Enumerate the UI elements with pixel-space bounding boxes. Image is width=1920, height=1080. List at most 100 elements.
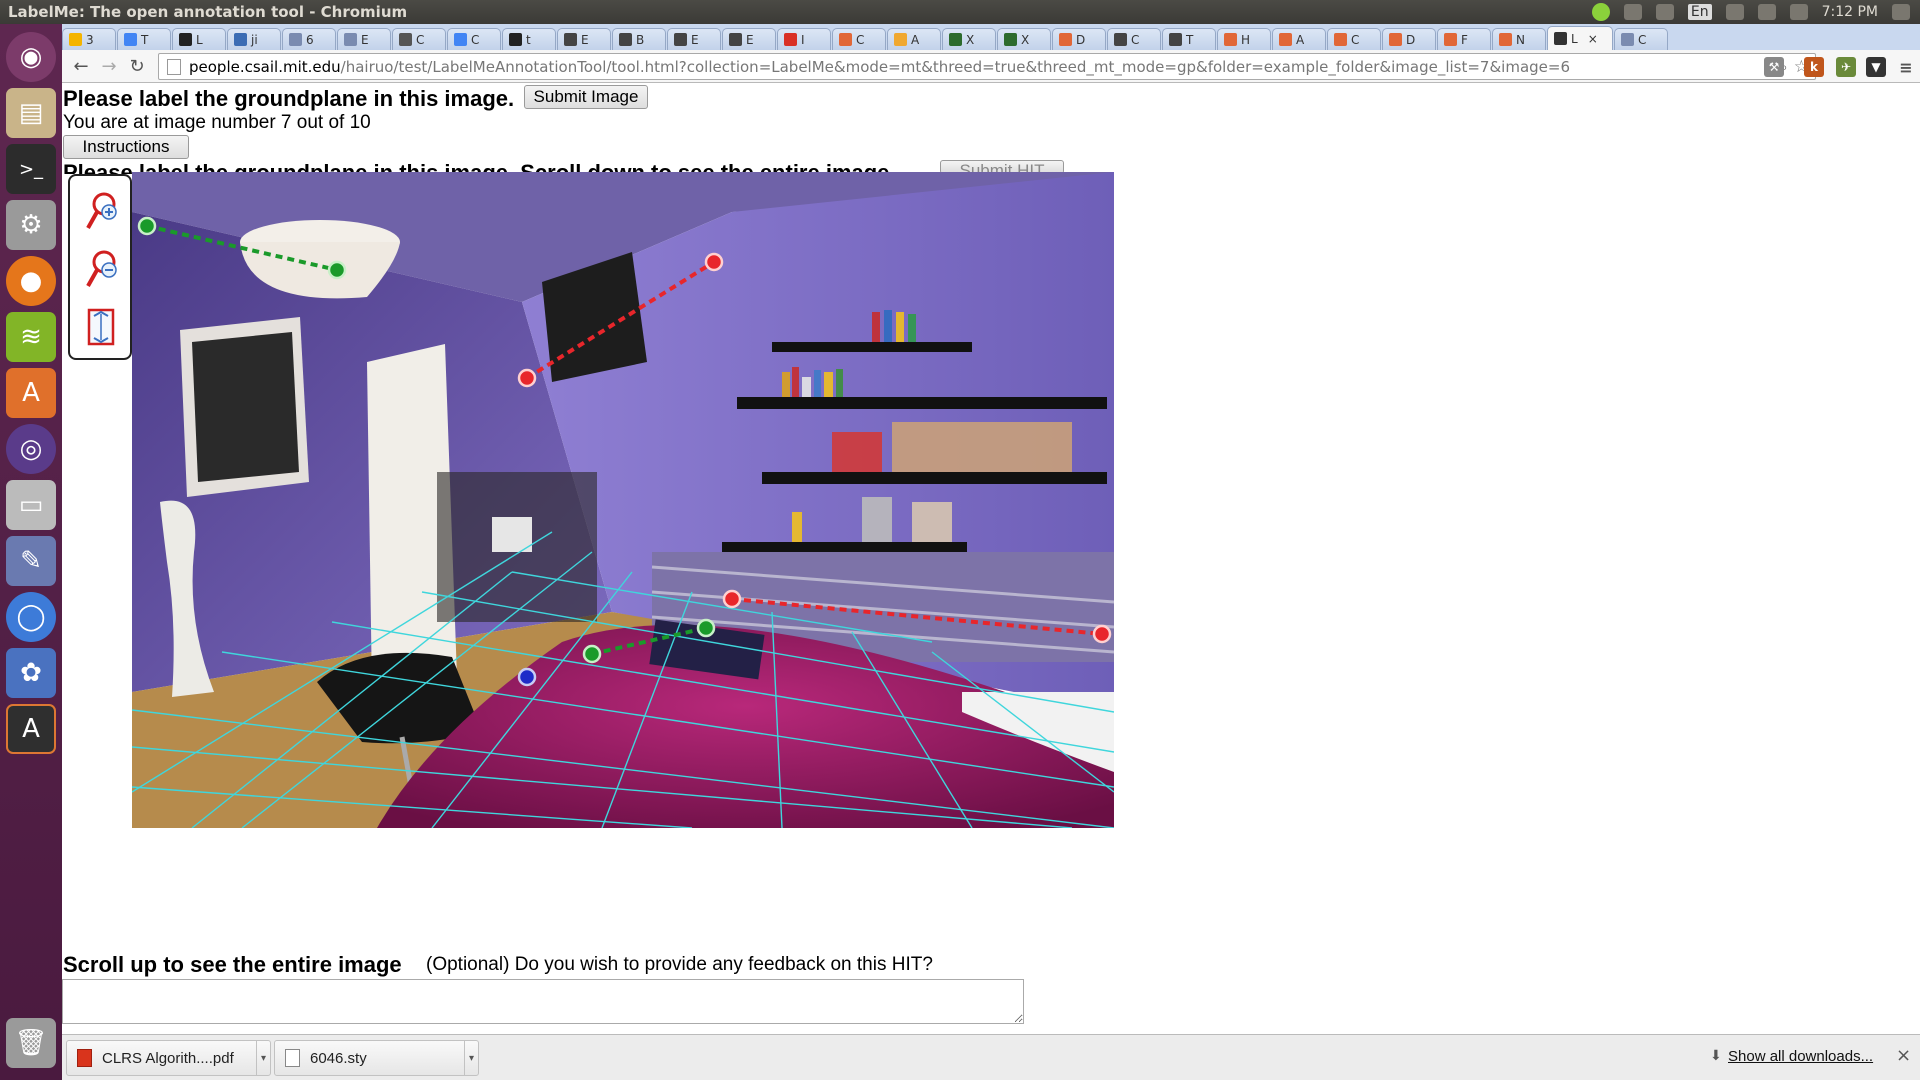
zoom-in-icon[interactable] [84,190,118,234]
back-button[interactable]: ← [68,53,94,79]
close-shelf-icon[interactable]: × [1896,1045,1911,1066]
browser-tab[interactable]: C [447,28,501,50]
tab-label: F [1461,32,1468,47]
browser-tab[interactable]: F [1437,28,1491,50]
volume-icon[interactable] [1789,4,1808,20]
inkscape-icon[interactable]: ✎ [6,536,56,586]
browser-tab[interactable]: C [1327,28,1381,50]
browser-tab[interactable]: 3 [62,28,116,50]
spotify-tray-icon[interactable] [1591,3,1610,21]
shotwell-icon[interactable]: ✿ [6,648,56,698]
address-bar[interactable]: people.csail.mit.edu/hairuo/test/LabelMe… [158,53,1816,80]
browser-tab[interactable]: L × [1547,26,1613,50]
menu-icon[interactable]: ≡ [1896,57,1916,77]
tab-strip: 3 T Lji 6 E C Ct E B E E I C A X X D C T H A C D F N L × C [62,24,1920,50]
files-icon[interactable]: ▤ [6,88,56,138]
k-extension-icon[interactable]: k [1804,57,1824,77]
browser-tab[interactable]: C [392,28,446,50]
tab-label: L [1571,31,1578,46]
browser-tab[interactable]: T [1162,28,1216,50]
battery-icon[interactable] [1757,4,1776,20]
docs-icon [124,33,137,46]
browser-tab[interactable]: B [612,28,666,50]
browser-tab[interactable]: C [1614,28,1668,50]
browser-tab[interactable]: X [942,28,996,50]
tab-label: 6 [306,32,314,47]
annotation-canvas[interactable] [132,172,1114,828]
browser-tab[interactable]: C [832,28,886,50]
matlab-icon [1499,33,1512,46]
submit-image-button[interactable]: Submit Image [524,85,648,109]
chromium-icon[interactable]: ◯ [6,592,56,642]
extension-badge-icon[interactable]: ✈ [1836,57,1856,77]
wiki-icon [564,33,577,46]
drive-icon [69,33,82,46]
fit-image-icon[interactable] [84,306,118,350]
browser-tab[interactable]: 6 [282,28,336,50]
close-tab-icon[interactable]: × [1588,32,1598,46]
docs-icon [454,33,467,46]
browser-tab[interactable]: I [777,28,831,50]
tab-label: C [1638,32,1647,47]
keyboard-layout[interactable]: En [1687,4,1712,20]
disk-icon[interactable]: ▭ [6,480,56,530]
forward-button[interactable]: → [96,53,122,79]
tab-label: E [361,32,369,47]
gmail-icon [784,33,797,46]
browser-tab[interactable]: E [337,28,391,50]
wifi-icon[interactable] [1655,4,1674,20]
sync-icon[interactable] [1623,4,1642,20]
annotation-toolbox [68,174,132,360]
tab-label: C [856,32,865,47]
browser-tab[interactable]: L [172,28,226,50]
gear-icon[interactable] [1892,4,1910,20]
matlab-icon [839,33,852,46]
browser-tab[interactable]: D [1382,28,1436,50]
reload-button[interactable]: ↻ [124,53,150,79]
download-item-sty[interactable]: 6046.sty ▾ [274,1040,479,1076]
download-arrow-icon: ⬇ [1710,1048,1722,1064]
window-title: LabelMe: The open annotation tool - Chro… [8,3,408,21]
browser-tab[interactable]: C [1107,28,1161,50]
launcher: ◉ ▤ >_ ⚙ ● ≋ A ◎ ▭ ✎ ◯ ✿ A 🗑 [0,24,62,1080]
spotify-icon[interactable]: ≋ [6,312,56,362]
tab-label: A [911,32,920,47]
tab-label: t [526,32,531,47]
pocket-icon[interactable]: ▼ [1866,57,1886,77]
page-heading: Please label the groundplane in this ima… [63,86,515,111]
browser-tab[interactable]: N [1492,28,1546,50]
bluetooth-icon[interactable] [1725,4,1744,20]
chevron-down-icon[interactable]: ▾ [256,1041,270,1075]
settings-icon[interactable]: ⚙ [6,200,56,250]
browser-tab[interactable]: E [557,28,611,50]
browser-tab[interactable]: D [1052,28,1106,50]
browser-tab[interactable]: A [887,28,941,50]
update-manager-icon[interactable]: A [6,704,56,754]
tab-label: ji [251,32,258,47]
browser-tab[interactable]: A [1272,28,1326,50]
download-item-pdf[interactable]: CLRS Algorith....pdf ▾ [66,1040,271,1076]
terminal-icon[interactable]: >_ [6,144,56,194]
browser-tab[interactable]: t [502,28,556,50]
browser-icon[interactable]: ◎ [6,424,56,474]
browser-tab[interactable]: E [722,28,776,50]
instructions-button[interactable]: Instructions [63,135,189,159]
extension-icon[interactable]: ⚒ [1764,57,1784,77]
feedback-textarea[interactable] [62,979,1024,1024]
matlab-icon [1334,33,1347,46]
show-all-downloads-link[interactable]: Show all downloads... [1728,1048,1873,1065]
browser-tab[interactable]: X [997,28,1051,50]
browser-tab[interactable]: E [667,28,721,50]
chevron-down-icon[interactable]: ▾ [464,1041,478,1075]
browser-tab[interactable]: ji [227,28,281,50]
browser-tab[interactable]: H [1217,28,1271,50]
firefox-icon[interactable]: ● [6,256,56,306]
trash-icon[interactable]: 🗑 [6,1018,56,1068]
tab-label: N [1516,32,1525,47]
ubuntu-dash-icon[interactable]: ◉ [6,32,56,82]
zoom-out-icon[interactable] [84,248,118,292]
browser-tab[interactable]: T [117,28,171,50]
clock[interactable]: 7:12 PM [1822,4,1878,20]
labelme-icon [1554,32,1567,45]
software-center-icon[interactable]: A [6,368,56,418]
